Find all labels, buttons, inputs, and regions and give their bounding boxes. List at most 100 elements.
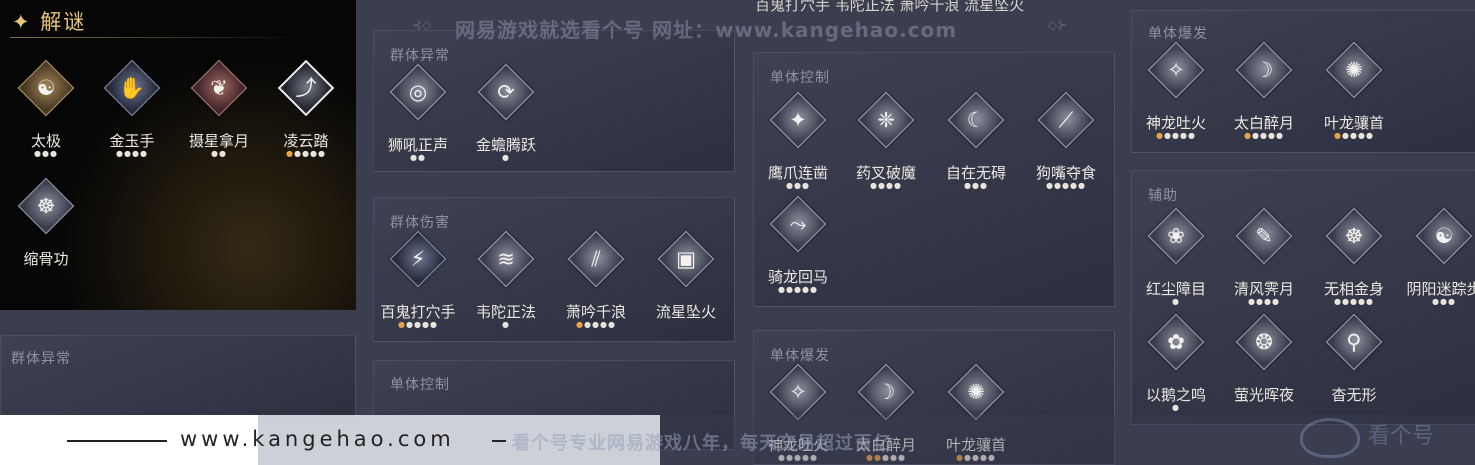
skill-icon: ⚡ (410, 247, 426, 271)
level-dot: ● (116, 149, 125, 158)
skill-group-abnormal-1[interactable]: ⟳ 金蟾腾跃 ● (460, 63, 550, 178)
level-dot: ● (964, 181, 972, 190)
skill-icon: ☽ (1254, 58, 1274, 82)
level-dot: ● (1350, 131, 1358, 140)
level-dot: ● (1252, 131, 1260, 140)
level-dot: ● (801, 181, 810, 190)
skill-icon: ✧ (789, 380, 807, 404)
skill-name: 百鬼打穴手 (380, 303, 456, 321)
skill-puzzle-4[interactable]: ☸ 缩骨功 (0, 177, 90, 292)
footer-bar: www.kangehao.com 看个号专业网易游戏八年，每天交易超过百亿 (0, 415, 1475, 465)
skill-name: 金蟾腾跃 (475, 136, 536, 154)
skill-single-control-1[interactable]: ❈ 药叉破魔 ●●●● (840, 91, 930, 206)
skill-single-control-0[interactable]: ✦ 鹰爪连凿 ●●● (752, 91, 842, 206)
watermark-ornament-right: ◇⊱ (1048, 18, 1068, 32)
level-dot: ● (801, 285, 810, 294)
skill-name: 萧吟千浪 (565, 303, 626, 321)
skill-icon: ✋ (118, 76, 146, 100)
footer-domain[interactable]: www.kangehao.com (180, 427, 455, 451)
level-dot: ● (1267, 131, 1276, 140)
skill-group-damage-1[interactable]: ≋ 韦陀正法 ● (460, 230, 552, 345)
skill-single-control-4[interactable]: ⤳ 骑龙回马 ●●●●● (752, 195, 844, 310)
level-dot: ● (1440, 297, 1448, 306)
skill-level-stars: ●● (372, 153, 464, 162)
level-dot: ● (794, 285, 802, 294)
level-dot: ● (302, 149, 310, 158)
level-dot: ● (1172, 297, 1180, 306)
level-dot: ● (1432, 297, 1440, 306)
skill-group-damage-3[interactable]: ▣ 流星坠火 (640, 230, 730, 345)
skill-puzzle-0[interactable]: ☯ 太极 ●●● (0, 59, 92, 174)
level-dot: ● (1271, 297, 1280, 306)
level-dot: ● (294, 149, 302, 158)
level-dot: ● (1447, 297, 1456, 306)
skill-icon: ☸ (1344, 224, 1364, 248)
level-dot: ● (878, 181, 886, 190)
skill-puzzle-1[interactable]: ✋ 金玉手 ●●●● (86, 59, 176, 174)
level-dot: ● (414, 320, 422, 329)
skill-name: 药叉破魔 (855, 164, 916, 182)
skill-support-1[interactable]: ✎ 清风霁月 ●●●● (1218, 207, 1308, 322)
level-dot: ● (893, 181, 902, 190)
skill-name: 叶龙骧首 (1323, 114, 1384, 132)
skill-icon: ⟋ (1058, 108, 1074, 132)
skill-name: 金玉手 (109, 132, 155, 150)
skill-puzzle-2[interactable]: ❦ 摄星拿月 ●● (173, 59, 263, 174)
level-dot: ● (421, 320, 430, 329)
level-dot: ● (309, 149, 318, 158)
level-dot: ● (1069, 181, 1078, 190)
level-dot: ● (429, 320, 438, 329)
level-dot: ● (1256, 297, 1264, 306)
skill-support-2[interactable]: ☸ 无相金身 ●●●●● (1308, 207, 1398, 322)
level-dot: ● (286, 149, 295, 158)
skill-name: 凌云踏 (283, 132, 329, 150)
skill-single-burst-right-0[interactable]: ✧ 神龙吐火 ●●●●● (1130, 41, 1220, 156)
skill-level-stars: ● (460, 320, 552, 329)
skill-single-burst-right-1[interactable]: ☽ 太白醉月 ●●●●● (1218, 41, 1310, 156)
skill-group-damage-0[interactable]: ⚡ 百鬼打穴手 ●●●●● (372, 230, 464, 345)
skill-single-control-2[interactable]: ☾ 自在无碍 ●●● (930, 91, 1020, 206)
level-dot: ● (406, 320, 414, 329)
skill-support-0[interactable]: ❀ 红尘障目 ● (1130, 207, 1220, 322)
skill-single-control-3[interactable]: ⟋ 狗嘴夺食 ●●●●● (1020, 91, 1110, 206)
skill-name: 缩骨功 (23, 250, 69, 268)
skill-level-stars: ●●●●● (1218, 131, 1310, 140)
puzzle-title-text: 解谜 (40, 10, 87, 34)
skill-icon: ✺ (967, 380, 985, 404)
skill-group-damage-2[interactable]: ⫽ 萧吟千浪 ●●●●● (550, 230, 640, 345)
skill-icon: ☯ (36, 76, 56, 100)
skill-single-burst-right-2[interactable]: ✺ 叶龙骧首 ●●●●● (1308, 41, 1398, 156)
skill-support-5[interactable]: ❂ 萤光晖夜 (1218, 313, 1308, 428)
level-dot: ● (1365, 131, 1374, 140)
panel-title: 辅助 (1148, 188, 1178, 204)
skill-name: 狮吼正声 (387, 136, 448, 154)
skill-icon: ❈ (877, 108, 895, 132)
level-dot: ● (132, 149, 140, 158)
level-dot: ● (1046, 181, 1055, 190)
skill-level-stars: ●●●●● (752, 285, 844, 294)
level-dot: ● (1077, 181, 1086, 190)
level-dot: ● (1248, 297, 1257, 306)
skill-support-3[interactable]: ☯ 阴阳迷踪步 ●●● (1398, 207, 1475, 322)
skill-support-4[interactable]: ✿ 以鹅之鸣 ● (1130, 313, 1220, 428)
skill-group-abnormal-0[interactable]: ◎ 狮吼正声 ●● (372, 63, 464, 178)
corner-logo-text: 看个号 (1368, 424, 1435, 449)
panel-title: 群体异常 (11, 351, 71, 367)
skill-name: 神龙吐火 (1145, 114, 1206, 132)
level-dot: ● (786, 181, 794, 190)
skill-icon: ☽ (876, 380, 896, 404)
skill-icon: ◎ (408, 80, 428, 104)
skill-name: 萤光晖夜 (1233, 386, 1294, 404)
skill-icon: ▣ (676, 247, 696, 271)
skill-name: 流星坠火 (655, 303, 716, 321)
footer-line-left (67, 440, 167, 442)
panel-title: 单体爆发 (770, 348, 830, 364)
level-dot: ● (584, 320, 592, 329)
skill-puzzle-3[interactable]: ⤴ 凌云踏 ●●●●● (260, 59, 350, 174)
skill-level-stars: ●●●●● (372, 320, 464, 329)
level-dot: ● (576, 320, 585, 329)
skill-name: 以鹅之鸣 (1145, 386, 1206, 404)
skill-support-6[interactable]: ⚲ 杳无形 (1308, 313, 1398, 428)
level-dot: ● (1260, 131, 1268, 140)
skill-level-stars: ●●● (0, 149, 92, 158)
